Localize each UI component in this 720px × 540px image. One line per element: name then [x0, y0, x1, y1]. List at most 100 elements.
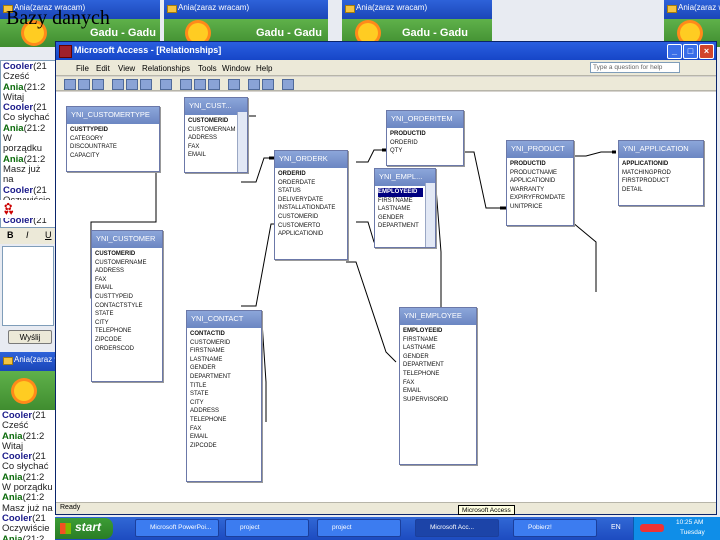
- delete-icon[interactable]: [228, 79, 240, 90]
- clock-time[interactable]: 10:25 AM: [676, 519, 703, 526]
- table-field[interactable]: CUSTTYPEID: [95, 293, 159, 302]
- table-field[interactable]: ORDERSCOD: [95, 345, 159, 354]
- table-field[interactable]: PRODUCTNAME: [510, 169, 570, 178]
- menu-tools[interactable]: Tools: [198, 64, 217, 73]
- table-field[interactable]: LASTNAME: [403, 344, 473, 353]
- table-title[interactable]: YNI_PRODUCT: [507, 141, 573, 158]
- table-field[interactable]: CUSTOMERID: [190, 339, 258, 348]
- table-field[interactable]: CUSTOMERID: [188, 117, 235, 126]
- table-field[interactable]: DEPARTMENT: [378, 222, 423, 231]
- gg-title-4[interactable]: Ania(zaraz wracam): [664, 0, 720, 19]
- table-field[interactable]: FIRSTNAME: [190, 347, 258, 356]
- table-field[interactable]: CUSTOMERNAME: [95, 259, 159, 268]
- table-field[interactable]: CONTACTSTYLE: [95, 302, 159, 311]
- table-field[interactable]: EMAIL: [95, 284, 159, 293]
- table-field[interactable]: EMPLOYEEID: [378, 188, 423, 197]
- table-box[interactable]: YNI_CUSTOMERTYPE CUSTTYPEID CATEGORY DISCOU…: [66, 106, 160, 172]
- table-field[interactable]: ADDRESS: [188, 134, 235, 143]
- table-field[interactable]: FAX: [403, 379, 473, 388]
- menu-file[interactable]: File: [76, 64, 89, 73]
- table-field[interactable]: GENDER: [403, 353, 473, 362]
- menu-edit[interactable]: Edit: [96, 64, 110, 73]
- table-field[interactable]: STATE: [95, 310, 159, 319]
- bold-button[interactable]: B: [7, 230, 14, 240]
- language-indicator[interactable]: EN: [611, 524, 621, 531]
- table-field[interactable]: INSTALLATIONDATE: [278, 204, 344, 213]
- table-field[interactable]: PRODUCTID: [390, 130, 460, 139]
- menu-help[interactable]: Help: [256, 64, 272, 73]
- table-title[interactable]: YNI_CONTACT: [187, 311, 261, 328]
- maximize-button[interactable]: □: [683, 44, 698, 59]
- table-field[interactable]: STATE: [190, 390, 258, 399]
- tray-icons[interactable]: [640, 524, 664, 532]
- table-field[interactable]: CATEGORY: [70, 135, 156, 144]
- table-box[interactable]: YNI_EMPL... EMPLOYEEID FIRSTNAME LASTNAME GE…: [374, 168, 436, 248]
- table-field[interactable]: CONTACTID: [190, 330, 258, 339]
- hearts-icon[interactable]: ♥♥: [4, 208, 14, 217]
- table-field[interactable]: APPLICATIONID: [278, 230, 344, 239]
- close-button[interactable]: ×: [699, 44, 714, 59]
- table-field[interactable]: EXPIRYFROMDATE: [510, 194, 570, 203]
- table-field[interactable]: ZIPCODE: [190, 442, 258, 451]
- table-field[interactable]: TELEPHONE: [190, 416, 258, 425]
- table-field[interactable]: CITY: [95, 319, 159, 328]
- table-field[interactable]: ADDRESS: [190, 407, 258, 416]
- table-field[interactable]: LASTNAME: [190, 356, 258, 365]
- table-field[interactable]: EMAIL: [403, 387, 473, 396]
- table-field[interactable]: WARRANTY: [510, 186, 570, 195]
- table-field[interactable]: CAPACITY: [70, 152, 156, 161]
- access-title-bar[interactable]: Microsoft Access - [Relationships] _ □ ×: [56, 42, 716, 60]
- undo-icon[interactable]: [160, 79, 172, 90]
- table-field[interactable]: UNITPRICE: [510, 203, 570, 212]
- table-field[interactable]: ZIPCODE: [95, 336, 159, 345]
- table-title[interactable]: YNI_ORDERITEM: [387, 111, 463, 128]
- menu-window[interactable]: Window: [222, 64, 250, 73]
- italic-button[interactable]: I: [26, 230, 29, 240]
- help-search-input[interactable]: Type a question for help: [590, 62, 680, 73]
- new-object-icon[interactable]: [262, 79, 274, 90]
- show-all-icon[interactable]: [208, 79, 220, 90]
- table-field[interactable]: FIRSTNAME: [403, 336, 473, 345]
- taskbar-btn-powerpoint[interactable]: Microsoft PowerPoi...: [135, 519, 219, 537]
- table-field[interactable]: ADDRESS: [95, 267, 159, 276]
- table-field[interactable]: TELEPHONE: [95, 327, 159, 336]
- table-field[interactable]: APPLICATIONID: [510, 177, 570, 186]
- preview-icon[interactable]: [92, 79, 104, 90]
- save-icon[interactable]: [64, 79, 76, 90]
- table-field[interactable]: LASTNAME: [378, 205, 423, 214]
- table-title[interactable]: YNI_APPLICATION: [619, 141, 703, 158]
- table-field[interactable]: DEPARTMENT: [403, 361, 473, 370]
- minimize-button[interactable]: _: [667, 44, 682, 59]
- gg-title-lower[interactable]: Ania(zaraz wracam): [0, 352, 56, 371]
- table-field[interactable]: GENDER: [190, 364, 258, 373]
- message-input[interactable]: [2, 246, 54, 326]
- table-field[interactable]: DEPARTMENT: [190, 373, 258, 382]
- table-field[interactable]: EMAIL: [190, 433, 258, 442]
- table-field[interactable]: PRODUCTID: [510, 160, 570, 169]
- table-field[interactable]: EMPLOYEEID: [403, 327, 473, 336]
- table-title[interactable]: YNI_CUSTOMER: [92, 231, 162, 248]
- print-icon[interactable]: [78, 79, 90, 90]
- cut-icon[interactable]: [112, 79, 124, 90]
- table-box[interactable]: YNI_APPLICATION APPLICATIONID MATCHINGPROD…: [618, 140, 704, 206]
- table-field[interactable]: FAX: [95, 276, 159, 285]
- table-field[interactable]: ORDERID: [278, 170, 344, 179]
- table-field[interactable]: ORDERID: [390, 139, 460, 148]
- table-field[interactable]: SUPERVISORID: [403, 396, 473, 405]
- table-field[interactable]: FIRSTNAME: [378, 197, 423, 206]
- table-field[interactable]: CUSTOMERID: [278, 213, 344, 222]
- underline-button[interactable]: U: [45, 230, 52, 240]
- start-button[interactable]: start: [55, 518, 113, 539]
- table-field[interactable]: CUSTOMERTO: [278, 222, 344, 231]
- table-field[interactable]: EMAIL: [188, 151, 235, 160]
- table-field[interactable]: ORDERDATE: [278, 179, 344, 188]
- table-field[interactable]: DELIVERYDATE: [278, 196, 344, 205]
- table-field[interactable]: FAX: [188, 143, 235, 152]
- table-field[interactable]: GENDER: [378, 214, 423, 223]
- table-box[interactable]: YNI_ORDERK ORDERID ORDERDATE STATUS DELIVERY…: [274, 150, 348, 260]
- table-field[interactable]: QTY: [390, 147, 460, 156]
- table-field[interactable]: FAX: [190, 425, 258, 434]
- table-box[interactable]: YNI_PRODUCT PRODUCTID PRODUCTNAME APPLICATI…: [506, 140, 574, 226]
- taskbar-btn-project-2[interactable]: project: [317, 519, 401, 537]
- table-field[interactable]: TITLE: [190, 382, 258, 391]
